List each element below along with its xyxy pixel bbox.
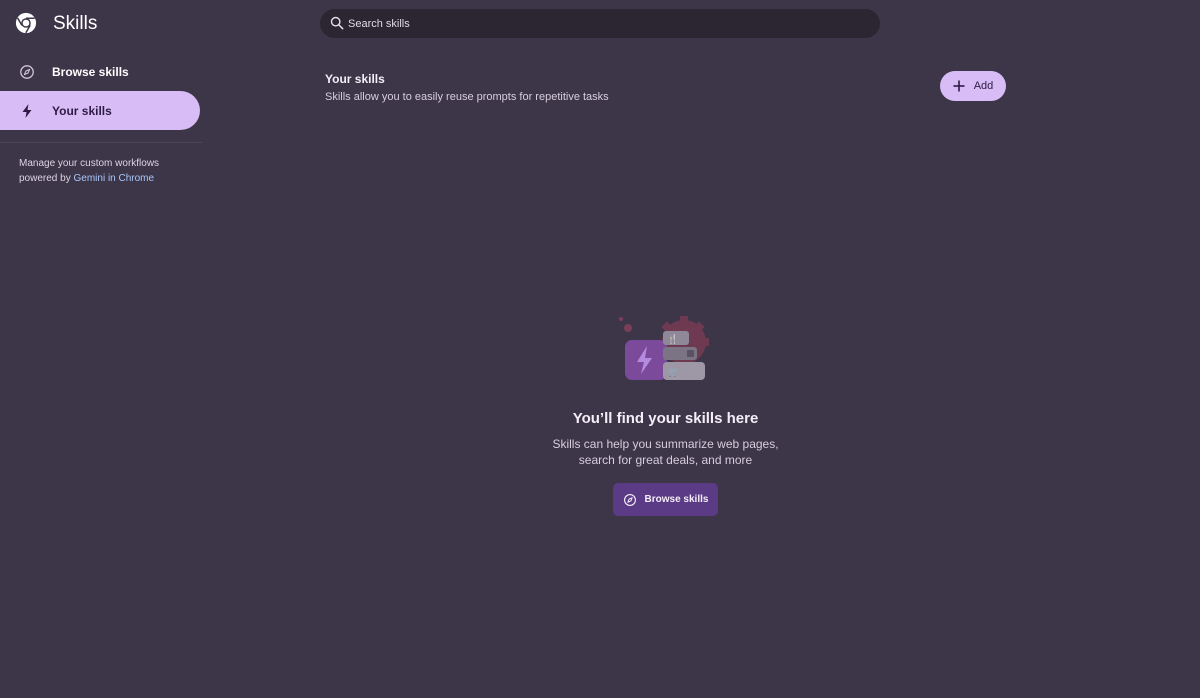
browse-skills-button-label: Browse skills bbox=[644, 494, 709, 505]
empty-state-description: Skills can help you summarize web pages,… bbox=[0, 436, 1200, 468]
plus-icon bbox=[953, 80, 965, 92]
app-header: Skills bbox=[0, 0, 202, 48]
search-input[interactable] bbox=[348, 9, 868, 38]
page-subtitle: Skills allow you to easily reuse prompts… bbox=[325, 91, 609, 103]
svg-text:🍴: 🍴 bbox=[667, 333, 678, 345]
compass-icon bbox=[623, 493, 636, 506]
empty-skills-illustration: 🍴 🛒 bbox=[619, 316, 709, 380]
sidebar-item-label: Browse skills bbox=[52, 64, 129, 79]
browse-skills-button[interactable]: Browse skills bbox=[613, 483, 718, 516]
add-button-label: Add bbox=[973, 80, 994, 92]
sidebar-divider bbox=[0, 142, 202, 143]
app-title: Skills bbox=[53, 13, 98, 34]
chrome-logo-icon bbox=[15, 12, 37, 34]
page-title: Your skills bbox=[325, 72, 385, 86]
sidebar-description: Manage your custom workflows powered by … bbox=[19, 156, 199, 186]
search-bar[interactable] bbox=[320, 9, 880, 38]
empty-state-line: Skills can help you summarize web pages, bbox=[552, 437, 779, 451]
skills-app: Skills Browse skills Your skills Manage … bbox=[0, 0, 1200, 698]
lightning-icon bbox=[22, 104, 32, 118]
add-skill-button[interactable]: Add bbox=[940, 71, 1006, 101]
empty-state-line: search for great deals, and more bbox=[578, 453, 753, 467]
sidebar-item-your-skills[interactable]: Your skills bbox=[0, 91, 200, 130]
compass-icon bbox=[20, 65, 34, 79]
sidebar-item-label: Your skills bbox=[52, 103, 112, 118]
empty-state-title: You’ll find your skills here bbox=[572, 410, 759, 427]
gemini-in-chrome-link[interactable]: Gemini in Chrome bbox=[73, 173, 154, 184]
search-icon bbox=[330, 16, 344, 30]
sidebar-item-browse-skills[interactable]: Browse skills bbox=[0, 52, 200, 91]
svg-text:🛒: 🛒 bbox=[668, 366, 679, 378]
